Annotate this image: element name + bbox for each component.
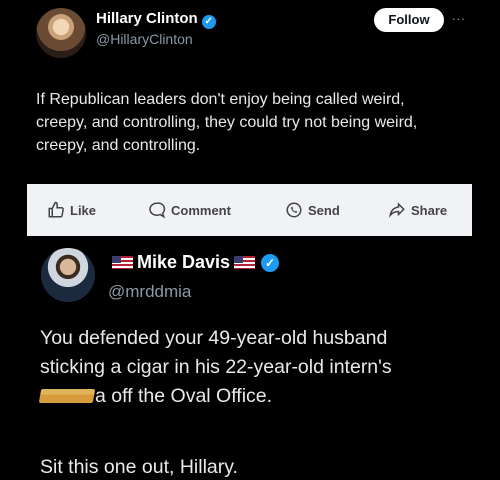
action-bar: Like Comment Send Share (27, 184, 472, 236)
comment-icon (149, 202, 166, 219)
send-icon (286, 202, 302, 218)
author-handle[interactable]: @mrddmia (108, 282, 191, 302)
post-text-line: You defended your 49-year-old husband (40, 327, 388, 349)
follow-button[interactable]: Follow (374, 8, 444, 32)
send-label: Send (308, 202, 340, 218)
post-text: You defended your 49-year-old husband st… (38, 324, 480, 411)
avatar[interactable] (36, 8, 86, 58)
more-options-icon[interactable]: ... (452, 8, 466, 23)
share-icon (389, 202, 405, 218)
post-text-line: sticking a cigar in his 22-year-old inte… (40, 356, 392, 378)
author-name-text: Mike Davis (137, 252, 231, 272)
thumbs-up-icon (48, 201, 64, 218)
avatar[interactable] (41, 248, 95, 302)
us-flag-icon (234, 256, 256, 269)
author-handle[interactable]: @HillaryClinton (96, 31, 193, 47)
send-button[interactable]: Send (285, 201, 340, 219)
verified-badge-icon: ✓ (261, 253, 280, 272)
us-flag-icon (112, 256, 133, 269)
post-closing-text: Sit this one out, Hillary. (40, 456, 238, 478)
comment-label: Comment (171, 202, 231, 218)
comment-button[interactable]: Comment (148, 201, 231, 219)
quoted-post: Hillary Clinton ✓ @HillaryClinton Follow … (0, 0, 500, 183)
share-label: Share (411, 202, 448, 218)
reply-post: Mike Davis ✓ @mrddmia You defended your … (0, 236, 500, 480)
author-name-text: Hillary Clinton (96, 10, 198, 27)
post-text: If Republican leaders don't enjoy being … (36, 91, 418, 154)
post-text-line: a off the Oval Office. (38, 382, 480, 411)
like-label: Like (70, 202, 97, 218)
like-button[interactable]: Like (47, 201, 96, 219)
share-button[interactable]: Share (388, 201, 447, 219)
post-text-line-suffix: a off the Oval Office. (95, 385, 273, 407)
author-name[interactable]: Mike Davis ✓ (108, 252, 280, 273)
verified-badge-icon: ✓ (201, 15, 216, 29)
author-name[interactable]: Hillary Clinton ✓ (96, 10, 216, 29)
censor-bar (38, 389, 96, 403)
